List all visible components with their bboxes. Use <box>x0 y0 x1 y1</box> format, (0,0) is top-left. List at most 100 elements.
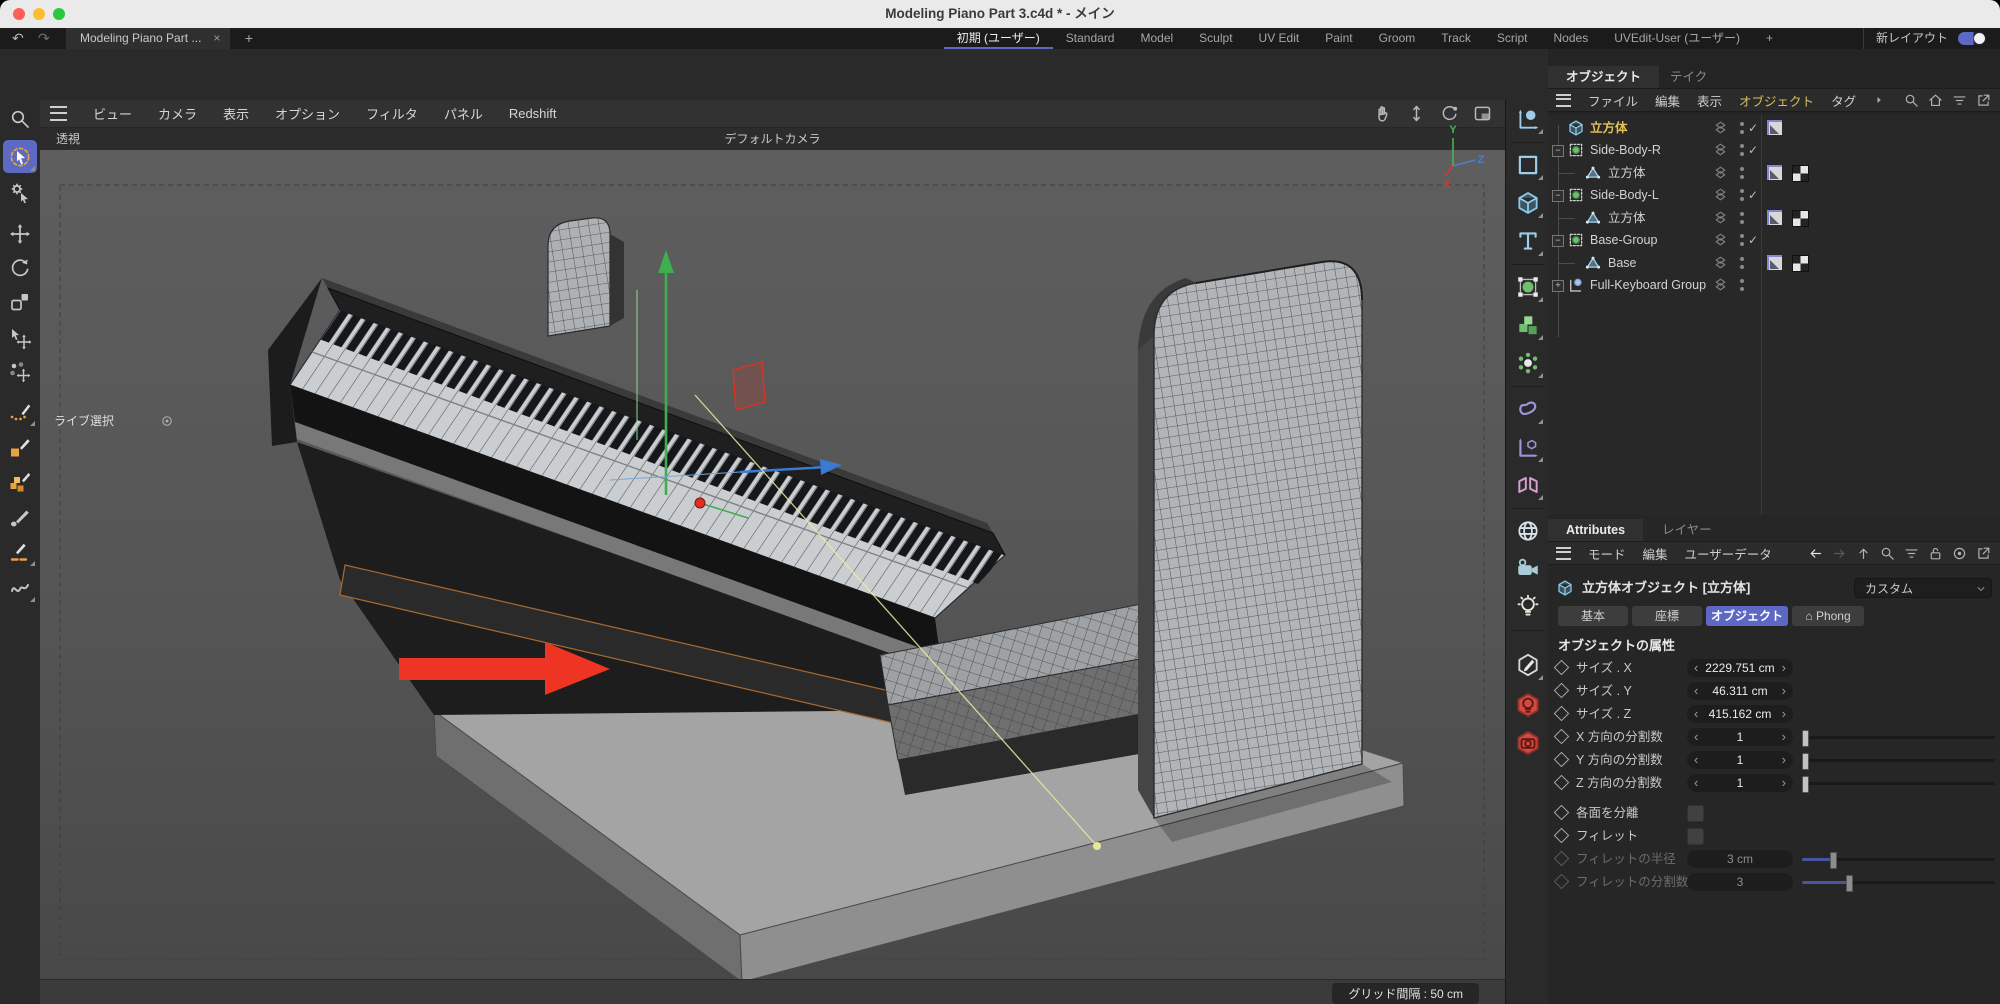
keyframe-diamond-icon[interactable] <box>1554 729 1570 745</box>
undo-icon[interactable]: ↶ <box>12 28 24 49</box>
phong-tag-icon[interactable] <box>1767 255 1782 270</box>
select-move-tool-icon[interactable] <box>3 321 37 354</box>
layers-icon[interactable] <box>1712 276 1729 293</box>
pan-view-icon[interactable] <box>1373 103 1394 124</box>
rectangle-spline-tool-icon[interactable] <box>3 431 37 464</box>
phong-tag-icon[interactable] <box>1767 120 1782 135</box>
symmetry-icon[interactable] <box>1510 468 1545 502</box>
collapse-expander-icon[interactable]: − <box>1552 190 1564 202</box>
tab-objects[interactable]: オブジェクト <box>1548 66 1659 88</box>
measure-tool-icon[interactable] <box>3 535 37 568</box>
layout-tab-model[interactable]: Model <box>1127 28 1186 49</box>
om-home-icon[interactable] <box>1927 92 1944 109</box>
viewport-menu-display[interactable]: 表示 <box>223 104 249 123</box>
selection-tag-icon[interactable] <box>1792 255 1809 272</box>
rotate-tool-icon[interactable] <box>3 251 37 284</box>
attr-filter-icon[interactable] <box>1903 545 1920 562</box>
tree-row-cube-child[interactable]: 立方体 <box>1548 162 2000 184</box>
visibility-dots-icon[interactable] <box>1740 122 1744 134</box>
document-tab[interactable]: Modeling Piano Part ... × <box>66 28 230 49</box>
segments-z-stepper[interactable]: ‹1› <box>1687 774 1793 792</box>
layout-tab-uvedit[interactable]: UV Edit <box>1246 28 1313 49</box>
primitive-pen-tool-icon[interactable] <box>3 465 37 498</box>
viewport-canvas[interactable]: ライブ選択 <box>40 150 1505 980</box>
enable-check-icon[interactable]: ✓ <box>1748 117 1758 139</box>
parent-up-icon[interactable] <box>1855 545 1872 562</box>
redshift-light-icon[interactable] <box>1510 688 1545 722</box>
object-manager-menu-icon[interactable] <box>1556 94 1571 107</box>
object-name[interactable]: Full-Keyboard Group <box>1590 274 1706 296</box>
om-menu-tags[interactable]: タグ <box>1831 91 1856 110</box>
keyframe-diamond-icon[interactable] <box>1554 683 1570 699</box>
text-object-icon[interactable] <box>1510 224 1545 258</box>
tool-options-icon[interactable] <box>160 414 174 428</box>
viewport-menu-panel[interactable]: パネル <box>444 104 483 123</box>
object-name[interactable]: Side-Body-R <box>1590 139 1661 161</box>
tree-row-base-group[interactable]: − Base-Group ✓ <box>1548 229 2000 251</box>
tree-row-cube-child[interactable]: 立方体 <box>1548 207 2000 229</box>
tab-layer[interactable]: レイヤー <box>1644 519 1730 541</box>
instance-icon[interactable] <box>1510 430 1545 464</box>
tab-object[interactable]: オブジェクト <box>1706 606 1788 626</box>
viewport-menu-icon[interactable] <box>50 106 67 121</box>
layers-icon[interactable] <box>1712 141 1729 158</box>
visibility-dots-icon[interactable] <box>1740 234 1744 246</box>
viewport[interactable]: ビュー カメラ 表示 オプション フィルタ パネル Redshift 透視 デフ… <box>40 100 1505 1004</box>
attr-menu-mode[interactable]: モード <box>1588 544 1626 563</box>
layers-icon[interactable] <box>1712 119 1729 136</box>
spline-pen-tool-icon[interactable] <box>3 395 37 428</box>
tweak-tool-icon[interactable] <box>3 176 37 209</box>
keyframe-diamond-icon[interactable] <box>1554 828 1570 844</box>
layout-tab-groom[interactable]: Groom <box>1366 28 1429 49</box>
layers-icon[interactable] <box>1712 231 1729 248</box>
om-export-icon[interactable] <box>1975 92 1992 109</box>
layout-tab-script[interactable]: Script <box>1484 28 1541 49</box>
attributes-menu-icon[interactable] <box>1556 547 1571 560</box>
tree-row-side-body-l[interactable]: − Side-Body-L ✓ <box>1548 184 2000 206</box>
om-filter-icon[interactable] <box>1951 92 1968 109</box>
tree-row-base[interactable]: Base <box>1548 252 2000 274</box>
scale-tool-icon[interactable] <box>3 285 37 318</box>
selection-tag-icon[interactable] <box>1792 165 1809 182</box>
generator-cloner-icon[interactable] <box>1510 346 1545 380</box>
tree-row-cube[interactable]: 立方体 ✓ <box>1548 117 2000 139</box>
object-name[interactable]: Side-Body-L <box>1590 184 1659 206</box>
tab-take[interactable]: テイク <box>1652 66 1725 88</box>
material-pencil-icon[interactable] <box>1510 648 1545 682</box>
layout-tab-sculpt[interactable]: Sculpt <box>1186 28 1245 49</box>
selection-tag-icon[interactable] <box>1792 210 1809 227</box>
fillet-checkbox[interactable] <box>1687 828 1704 845</box>
history-back-icon[interactable] <box>1807 545 1824 562</box>
viewport-menu-redshift[interactable]: Redshift <box>509 106 557 121</box>
point-transform-tool-icon[interactable] <box>3 355 37 388</box>
om-search-icon[interactable] <box>1903 92 1920 109</box>
om-menu-file[interactable]: ファイル <box>1588 91 1638 110</box>
viewport-menu-filter[interactable]: フィルタ <box>366 104 418 123</box>
dolly-view-icon[interactable] <box>1406 103 1427 124</box>
visibility-dots-icon[interactable] <box>1740 144 1744 156</box>
viewport-menu-camera[interactable]: カメラ <box>158 104 197 123</box>
find-tool-icon[interactable] <box>3 102 37 135</box>
tree-row-side-body-r[interactable]: − Side-Body-R ✓ <box>1548 139 2000 161</box>
layout-tab-standard[interactable]: Standard <box>1053 28 1128 49</box>
size-y-stepper[interactable]: ‹46.311 cm› <box>1687 682 1793 700</box>
segments-y-stepper[interactable]: ‹1› <box>1687 751 1793 769</box>
close-tab-icon[interactable]: × <box>213 28 220 49</box>
keyframe-diamond-icon[interactable] <box>1554 660 1570 676</box>
move-tool-icon[interactable] <box>3 217 37 250</box>
layers-icon[interactable] <box>1712 164 1729 181</box>
enable-check-icon[interactable]: ✓ <box>1748 229 1758 251</box>
expand-expander-icon[interactable]: + <box>1552 280 1564 292</box>
segments-z-slider[interactable] <box>1802 777 1995 790</box>
visibility-dots-icon[interactable] <box>1740 189 1744 201</box>
visibility-dots-icon[interactable] <box>1740 212 1744 224</box>
attr-export-icon[interactable] <box>1975 545 1992 562</box>
object-name[interactable]: Base-Group <box>1590 229 1657 251</box>
size-x-stepper[interactable]: ‹2229.751 cm› <box>1687 659 1793 677</box>
layers-icon[interactable] <box>1712 254 1729 271</box>
tree-row-full-keyboard-group[interactable]: + Full-Keyboard Group <box>1548 274 2000 296</box>
visibility-dots-icon[interactable] <box>1740 257 1744 269</box>
attr-menu-edit[interactable]: 編集 <box>1643 544 1668 563</box>
camera-object-icon[interactable] <box>1510 552 1545 586</box>
brush-tool-icon[interactable] <box>3 501 37 534</box>
